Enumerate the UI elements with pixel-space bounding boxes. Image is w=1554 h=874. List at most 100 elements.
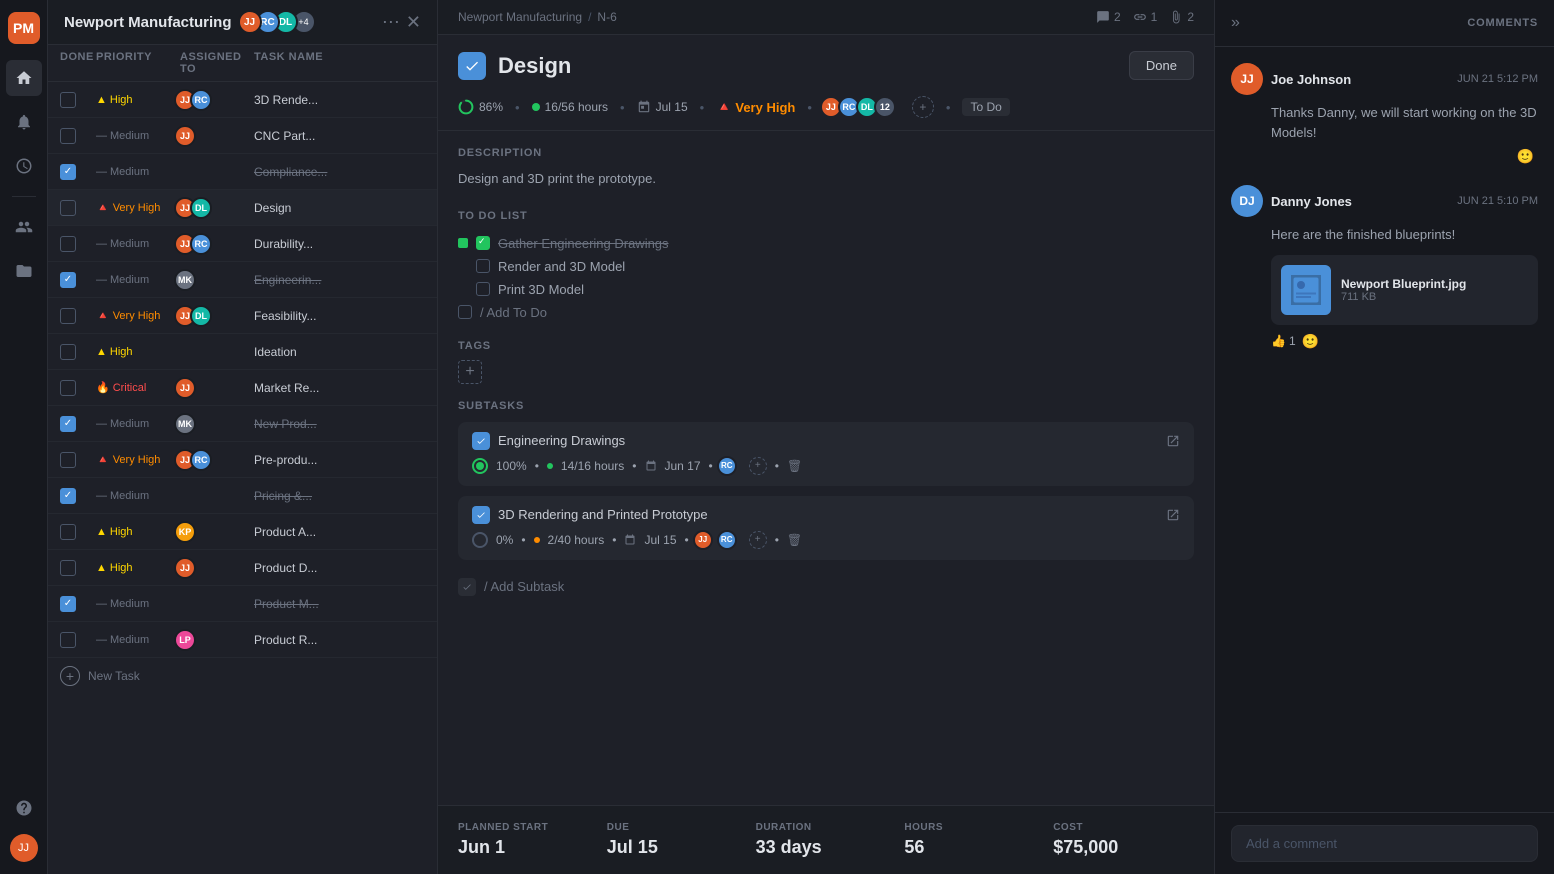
subtask-add-assignee[interactable]: + — [749, 531, 767, 549]
task-checkbox[interactable] — [60, 236, 76, 252]
task-meta: 86% • 16/56 hours • Jul 15 • 🔺 Very High… — [438, 88, 1214, 131]
table-row[interactable]: —Medium JJRC Durability... — [48, 226, 437, 262]
close-icon[interactable]: ✕ — [406, 12, 421, 33]
comment-header: JJ Joe Johnson JUN 21 5:12 PM — [1231, 63, 1538, 95]
task-checkbox[interactable] — [60, 416, 76, 432]
planned-start-label: PLANNED START — [458, 822, 599, 833]
commenter-avatar: JJ — [1231, 63, 1263, 95]
status-meta[interactable]: To Do — [962, 98, 1009, 116]
sidebar-item-notifications[interactable] — [6, 104, 42, 140]
comments-list: JJ Joe Johnson JUN 21 5:12 PM Thanks Dan… — [1215, 47, 1554, 812]
add-reaction-button[interactable]: 🙂 — [1302, 333, 1319, 350]
user-avatar[interactable]: JJ — [10, 834, 38, 862]
comments-panel: » COMMENTS JJ Joe Johnson JUN 21 5:12 PM… — [1214, 0, 1554, 874]
todo-color-indicator — [458, 238, 468, 248]
todo-checkbox[interactable] — [476, 282, 490, 296]
task-checkbox[interactable] — [60, 380, 76, 396]
table-row[interactable]: ▲High Ideation — [48, 334, 437, 370]
add-tag-button[interactable]: + — [458, 360, 482, 384]
footer-due: DUE Jul 15 — [607, 822, 748, 858]
table-row[interactable]: ▲High JJRC 3D Rende... — [48, 82, 437, 118]
task-list-panel: Newport Manufacturing JJ RC DL +4 ⋯ ✕ DO… — [48, 0, 438, 874]
subtask-add-assignee[interactable]: + — [749, 457, 767, 475]
priority-badge: ▲High — [96, 94, 176, 106]
subtask-delete[interactable]: 🗑 — [787, 533, 802, 547]
subtask-external-link[interactable] — [1166, 508, 1180, 522]
progress-meta: 86% — [458, 99, 503, 115]
subtask-item: Engineering Drawings 100% • 14/16 hours … — [458, 422, 1194, 486]
table-row[interactable]: 🔺Very High JJDL Feasibility... — [48, 298, 437, 334]
table-row[interactable]: —Medium Compliance... — [48, 154, 437, 190]
sidebar-item-users[interactable] — [6, 209, 42, 245]
task-checkbox[interactable] — [60, 596, 76, 612]
subtask-header: Engineering Drawings — [472, 432, 1180, 450]
comments-count: 2 — [1096, 10, 1121, 24]
task-name: 3D Rende... — [254, 93, 425, 107]
add-todo-button[interactable]: / Add To Do — [458, 301, 1194, 324]
add-todo-label: / Add To Do — [480, 305, 547, 320]
subtask-meta: 0% • 2/40 hours • Jul 15 • JJ RC + • 🗑 — [472, 530, 1180, 550]
priority-badge: —Medium — [96, 274, 176, 286]
sidebar: PM JJ — [0, 0, 48, 874]
task-checkbox[interactable] — [60, 200, 76, 216]
breadcrumb-sep: / — [588, 10, 591, 24]
assignee-avatar: KP — [174, 521, 196, 543]
table-row[interactable]: —Medium Pricing &... — [48, 478, 437, 514]
task-checkbox[interactable] — [60, 92, 76, 108]
comment-input[interactable] — [1231, 825, 1538, 862]
sidebar-item-home[interactable] — [6, 60, 42, 96]
task-checkbox[interactable] — [60, 128, 76, 144]
subtask-external-link[interactable] — [1166, 434, 1180, 448]
add-subtask-icon — [458, 578, 476, 596]
task-checkbox[interactable] — [60, 344, 76, 360]
add-assignee-button[interactable]: + — [912, 96, 934, 118]
table-row[interactable]: —Medium MK New Prod... — [48, 406, 437, 442]
new-task-row[interactable]: + New Task — [48, 658, 437, 694]
due-value: Jul 15 — [607, 837, 748, 858]
sidebar-item-help[interactable] — [6, 790, 42, 826]
table-row[interactable]: —Medium MK Engineerin... — [48, 262, 437, 298]
table-row[interactable]: ▲High JJ Product D... — [48, 550, 437, 586]
table-row[interactable]: ▲High KP Product A... — [48, 514, 437, 550]
assignee-count: 12 — [874, 96, 896, 118]
task-checkbox[interactable] — [60, 164, 76, 180]
add-reaction-button[interactable]: 🙂 — [1517, 148, 1534, 165]
todo-item: Render and 3D Model — [458, 255, 1194, 278]
collapse-button[interactable]: » — [1231, 14, 1240, 32]
add-subtask-button[interactable]: / Add Subtask — [458, 570, 1194, 604]
task-checkbox[interactable] — [60, 560, 76, 576]
reaction-thumbsup: 👍 1 — [1271, 334, 1296, 348]
task-checkbox[interactable] — [60, 308, 76, 324]
sidebar-item-clock[interactable] — [6, 148, 42, 184]
add-task-icon[interactable]: + — [60, 666, 80, 686]
app-logo[interactable]: PM — [8, 12, 40, 44]
table-row[interactable]: 🔺Very High JJRC Pre-produ... — [48, 442, 437, 478]
breadcrumb: Newport Manufacturing / N-6 — [458, 10, 1088, 24]
task-name: Design — [254, 201, 425, 215]
table-row[interactable]: 🔥Critical JJ Market Re... — [48, 370, 437, 406]
more-icon[interactable]: ⋯ — [382, 12, 400, 33]
task-checkbox[interactable] — [60, 452, 76, 468]
table-row[interactable]: —Medium LP Product R... — [48, 622, 437, 658]
sidebar-item-folder[interactable] — [6, 253, 42, 289]
assignee-avatar: LP — [174, 629, 196, 651]
commenter-avatar: DJ — [1231, 185, 1263, 217]
table-row[interactable]: 🔺Very High JJDL Design — [48, 190, 437, 226]
task-checkbox[interactable] — [60, 488, 76, 504]
attachment-thumbnail — [1281, 265, 1331, 315]
task-checkbox[interactable] — [60, 632, 76, 648]
assignee-avatar: MK — [174, 269, 196, 291]
due-date: Jul 15 — [656, 100, 688, 114]
todo-checkbox[interactable] — [476, 259, 490, 273]
task-checkbox[interactable] — [60, 272, 76, 288]
subtask-due: Jun 17 — [665, 459, 701, 473]
todo-checkbox-done[interactable] — [476, 236, 490, 250]
footer-planned-start: PLANNED START Jun 1 — [458, 822, 599, 858]
done-button[interactable]: Done — [1129, 51, 1194, 80]
table-row[interactable]: —Medium Product M... — [48, 586, 437, 622]
priority-badge: ▲High — [96, 526, 176, 538]
commenter-name: Danny Jones — [1271, 194, 1449, 209]
table-row[interactable]: —Medium JJ CNC Part... — [48, 118, 437, 154]
task-checkbox[interactable] — [60, 524, 76, 540]
subtask-delete[interactable]: 🗑 — [787, 459, 802, 473]
